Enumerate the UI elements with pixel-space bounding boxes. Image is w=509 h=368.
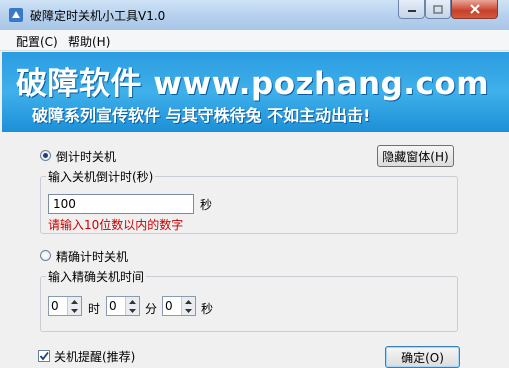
maximize-icon: [433, 4, 443, 14]
window-title: 破障定时关机小工具V1.0: [30, 9, 166, 23]
countdown-seconds-input[interactable]: [48, 194, 194, 214]
spin-down-icon[interactable]: [126, 306, 139, 315]
hide-window-button[interactable]: 隐藏窗体(H): [377, 145, 454, 167]
shutdown-reminder-label[interactable]: 关机提醒(推荐): [54, 348, 135, 365]
main-panel: 倒计时关机 隐藏窗体(H) 输入关机倒计时(秒) 秒 请输入10位数以内的数字 …: [2, 134, 509, 368]
second-value: 0: [165, 299, 173, 313]
exact-time-radio-label[interactable]: 精确计时关机: [56, 248, 128, 265]
minute-value: 0: [109, 299, 117, 313]
hour-value: 0: [51, 299, 59, 313]
spin-up-icon[interactable]: [68, 297, 81, 306]
close-icon: [469, 4, 480, 14]
menu-help[interactable]: 帮助(H): [68, 33, 110, 50]
second-spin-arrows[interactable]: [181, 297, 195, 315]
spin-up-icon[interactable]: [126, 297, 139, 306]
menu-config[interactable]: 配置(C): [16, 33, 58, 50]
spin-up-icon[interactable]: [182, 297, 195, 306]
spin-down-icon[interactable]: [182, 306, 195, 315]
checkmark-icon: [39, 351, 49, 361]
countdown-unit: 秒: [200, 198, 213, 212]
banner-title: 破障软件 www.pozhang.com: [16, 66, 490, 102]
minute-spinner[interactable]: 0: [106, 296, 140, 316]
close-button[interactable]: [451, 0, 498, 19]
shutdown-reminder-checkbox[interactable]: [38, 350, 50, 362]
hour-unit: 时: [88, 302, 101, 316]
minimize-button[interactable]: [398, 0, 425, 19]
menu-bar: 配置(C) 帮助(H): [0, 30, 509, 51]
minimize-icon: [407, 10, 416, 12]
ok-button[interactable]: 确定(O): [385, 346, 460, 368]
banner-subtitle: 破障系列宣传软件 与其守株待兔 不如主动出击!: [32, 106, 371, 125]
banner: 破障软件 www.pozhang.com 破障系列宣传软件 与其守株待兔 不如主…: [2, 52, 509, 132]
minute-spin-arrows[interactable]: [125, 297, 139, 315]
title-bar: 破障定时关机小工具V1.0: [0, 0, 509, 31]
countdown-hint: 请输入10位数以内的数字: [48, 218, 184, 232]
minute-unit: 分: [145, 302, 158, 316]
exact-time-group-label: 输入精确关机时间: [46, 268, 147, 285]
maximize-button[interactable]: [425, 0, 451, 19]
second-spinner[interactable]: 0: [162, 296, 196, 316]
spin-down-icon[interactable]: [68, 306, 81, 315]
countdown-radio[interactable]: [40, 150, 51, 161]
countdown-radio-label[interactable]: 倒计时关机: [56, 148, 116, 165]
second-unit: 秒: [201, 302, 214, 316]
hour-spinner[interactable]: 0: [48, 296, 82, 316]
hour-spin-arrows[interactable]: [67, 297, 81, 315]
app-icon: [9, 8, 23, 22]
exact-time-radio[interactable]: [40, 250, 51, 261]
countdown-group-label: 输入关机倒计时(秒): [46, 168, 156, 185]
